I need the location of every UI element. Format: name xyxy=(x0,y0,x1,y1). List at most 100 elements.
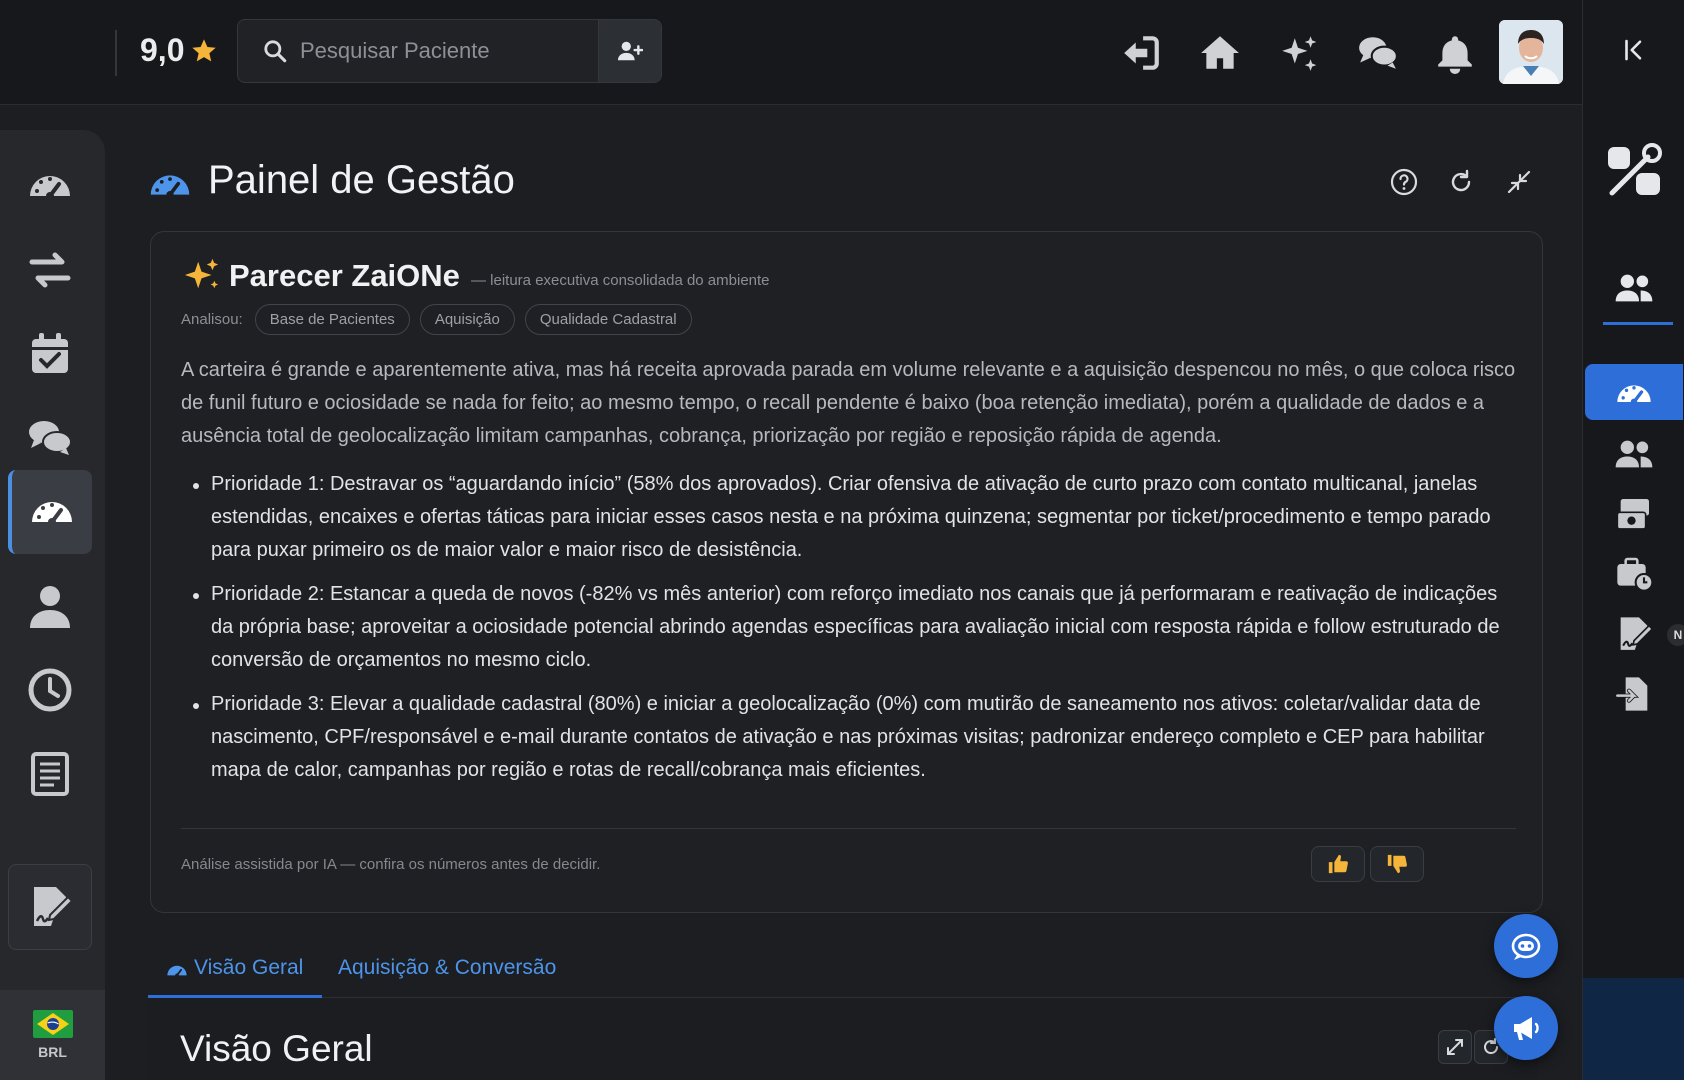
expand-button[interactable] xyxy=(1438,1030,1472,1064)
expand-icon xyxy=(1447,1039,1463,1055)
refresh-icon xyxy=(1451,169,1471,192)
rnav-finance[interactable] xyxy=(1583,484,1684,544)
rating[interactable]: 9,0 xyxy=(140,32,218,69)
rating-value: 9,0 xyxy=(140,32,185,68)
user-icon xyxy=(30,586,70,628)
signature-icon xyxy=(34,887,74,926)
notifications-button[interactable] xyxy=(1432,30,1478,76)
nav-history[interactable] xyxy=(8,648,92,732)
analisou-label: Analisou: xyxy=(181,311,243,328)
compress-icon xyxy=(1507,170,1531,194)
currency-selector[interactable]: BRL xyxy=(0,990,105,1080)
collapse-left-icon xyxy=(1625,39,1642,61)
tab-label: Aquisição & Conversão xyxy=(338,956,557,979)
divider xyxy=(181,828,1516,829)
rnav-import[interactable] xyxy=(1583,664,1684,724)
rnav-treatments[interactable] xyxy=(1583,544,1684,604)
clock-icon xyxy=(28,668,72,712)
users-icon xyxy=(1615,440,1653,468)
app: 9,0 Pesquisar Paciente BRL N Painel de G… xyxy=(0,0,1684,1080)
add-patient-button[interactable] xyxy=(598,20,661,82)
tabs: Visão Geral Aquisição & Conversão xyxy=(148,948,1538,998)
source-chip: Base de Pacientes xyxy=(254,304,410,335)
tools-button[interactable] xyxy=(1583,136,1684,206)
users-tab[interactable] xyxy=(1583,258,1684,318)
tools-icon xyxy=(1608,143,1662,196)
nav-edit-records[interactable] xyxy=(8,864,92,950)
star-icon xyxy=(192,38,217,61)
messages-button[interactable] xyxy=(1355,30,1401,76)
announcements-fab[interactable] xyxy=(1494,996,1558,1060)
thumbs-up-button[interactable] xyxy=(1311,846,1365,882)
source-chip: Aquisição xyxy=(419,304,515,335)
question-circle-icon xyxy=(1390,168,1418,196)
page-title: Painel de Gestão xyxy=(208,158,515,202)
sparkles-icon xyxy=(184,258,219,289)
collapse-sidebar-button[interactable] xyxy=(1583,20,1684,80)
calendar-check-icon xyxy=(32,333,68,373)
thumbs-down-button[interactable] xyxy=(1370,846,1424,882)
briefcase-clock-icon xyxy=(1617,557,1654,592)
exchange-icon xyxy=(29,252,71,288)
active-tab-indicator xyxy=(1603,322,1673,325)
robot-chat-icon xyxy=(1511,933,1541,960)
new-badge: N xyxy=(1667,624,1684,646)
nav-transfers[interactable] xyxy=(8,228,92,312)
priority-item: Prioridade 2: Estancar a queda de novos … xyxy=(181,578,1516,677)
overview-panel: Visão Geral xyxy=(148,998,1538,1080)
refresh-button[interactable] xyxy=(1443,164,1479,200)
gauge-icon xyxy=(150,175,190,199)
list-document-icon xyxy=(31,752,69,796)
thumbs-up-icon xyxy=(1328,854,1348,874)
comments-icon xyxy=(29,421,72,455)
megaphone-icon xyxy=(1514,1017,1539,1040)
brazil-flag-icon xyxy=(32,1010,73,1038)
user-avatar-icon xyxy=(1499,20,1563,84)
page-header: Painel de Gestão xyxy=(148,154,1538,210)
ai-disclaimer: Análise assistida por IA — confira os nú… xyxy=(181,856,601,873)
rnav-patients[interactable] xyxy=(1583,424,1684,484)
nav-chat[interactable] xyxy=(8,396,92,480)
parecer-subtitle: — leitura executiva consolidada do ambie… xyxy=(471,272,770,289)
rnav-dashboard[interactable] xyxy=(1585,364,1683,420)
help-button[interactable] xyxy=(1386,164,1422,200)
file-import-icon xyxy=(1615,677,1648,711)
currency-label: BRL xyxy=(38,1044,67,1060)
nav-calendar[interactable] xyxy=(8,312,92,396)
priority-item: Prioridade 3: Elevar a qualidade cadastr… xyxy=(181,688,1516,787)
tab-overview[interactable]: Visão Geral xyxy=(166,956,303,980)
sign-out-icon xyxy=(1124,36,1159,70)
nav-reports[interactable] xyxy=(8,732,92,816)
gauge-icon xyxy=(32,502,72,526)
nav-profile[interactable] xyxy=(8,564,92,648)
parecer-card: Parecer ZaiONe — leitura executiva conso… xyxy=(150,231,1543,913)
assistant-fab[interactable] xyxy=(1494,914,1558,978)
search-input[interactable] xyxy=(288,20,598,82)
nav-management-panel[interactable] xyxy=(8,470,92,554)
ai-button[interactable] xyxy=(1276,30,1322,76)
top-bar: 9,0 xyxy=(0,0,1582,105)
parecer-summary: A carteira é grande e aparentemente ativ… xyxy=(181,359,1516,447)
user-plus-icon xyxy=(617,41,643,61)
parecer-title: Parecer ZaiONe xyxy=(229,258,460,293)
logout-button[interactable] xyxy=(1118,30,1164,76)
source-chip: Qualidade Cadastral xyxy=(524,304,692,335)
signature-icon xyxy=(1620,617,1654,650)
home-button[interactable] xyxy=(1197,30,1243,76)
sidebar-footer xyxy=(1583,978,1684,1080)
search-icon xyxy=(264,40,287,63)
money-transfer-icon xyxy=(1616,499,1649,530)
priority-list: Prioridade 1: Destravar os “aguardando i… xyxy=(181,468,1516,798)
analyzed-sources: Analisou: Base de Pacientes Aquisição Qu… xyxy=(181,304,692,335)
avatar[interactable] xyxy=(1499,20,1563,84)
chat-icon xyxy=(1359,37,1398,69)
minimize-button[interactable] xyxy=(1501,164,1537,200)
tab-label: Visão Geral xyxy=(194,956,304,979)
left-sidebar: BRL xyxy=(0,130,105,1080)
tab-acquisition-conversion[interactable]: Aquisição & Conversão xyxy=(338,956,556,980)
section-title: Visão Geral xyxy=(180,1028,373,1069)
users-icon xyxy=(1615,274,1653,302)
nav-dashboard[interactable] xyxy=(8,144,92,228)
home-icon xyxy=(1201,36,1239,69)
sparkles-icon xyxy=(1282,36,1317,71)
